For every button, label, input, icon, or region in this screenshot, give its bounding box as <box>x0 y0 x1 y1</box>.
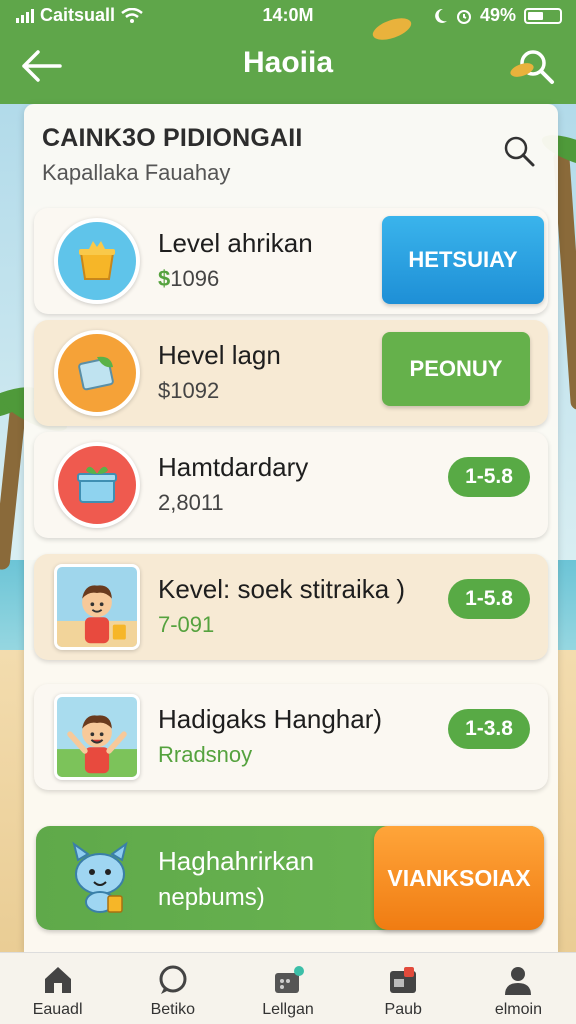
promo-title: Haghahrirkan <box>158 846 315 876</box>
item-badge-button[interactable]: 1-5.8 <box>448 579 530 619</box>
app-header: Haoiia <box>0 12 576 104</box>
tab-label: Eauadl <box>32 1001 83 1018</box>
item-value: 7-091 <box>158 612 215 637</box>
item-name: Hevel lagn <box>158 340 281 370</box>
leaf-card-icon <box>54 330 140 416</box>
panel-subheading: Kapallaka Fauahay <box>42 160 231 185</box>
tab-profile[interactable]: elmoin <box>461 953 576 1024</box>
item-value: 2,8011 <box>158 490 224 515</box>
alarm-icon <box>456 9 471 24</box>
search-icon[interactable] <box>502 134 536 168</box>
cheering-boy-icon <box>54 694 140 780</box>
moon-icon <box>435 8 447 23</box>
item-value: Rradsnoy <box>158 742 253 767</box>
battery-icon <box>524 7 562 24</box>
item-name: Hamtdardary <box>158 452 309 482</box>
status-bar: Caitsuall 14:0M 49% <box>0 0 576 30</box>
page-title: Haoiia <box>242 46 334 79</box>
list-item[interactable]: Level ahrikan $1096 HETSUIAY <box>34 208 548 314</box>
item-action-button[interactable]: HETSUIAY <box>382 216 544 304</box>
tab-label: Lellgan <box>262 1001 314 1018</box>
battery-percent: 49% <box>479 5 516 25</box>
item-name: Kevel: soek stitraika ) <box>158 574 406 604</box>
tab-store[interactable]: Lellgan <box>230 953 345 1024</box>
tab-label: Paub <box>384 1001 422 1018</box>
list-item[interactable]: Kevel: soek stitraika ) 7-091 1-5.8 <box>34 554 548 660</box>
mascot-icon <box>72 841 128 913</box>
promo-banner[interactable]: Haghahrirkan nepbums) VIANKSOIAX <box>36 826 544 930</box>
item-badge-button[interactable]: 1-3.8 <box>448 709 530 749</box>
item-name: Level ahrikan <box>158 228 313 258</box>
panel-heading: CAINK3O PIDIONGAII <box>42 124 303 152</box>
bucket-icon <box>54 218 140 304</box>
bottom-tab-bar: Eauadl Betiko Lellgan Paub elmoin <box>0 952 576 1024</box>
home-icon <box>44 967 71 993</box>
list-item[interactable]: Hadigaks Hanghar) Rradsnoy 1-3.8 <box>34 684 548 790</box>
content-panel: CAINK3O PIDIONGAII Kapallaka Fauahay Lev… <box>24 104 558 952</box>
chat-icon <box>159 965 187 994</box>
wallet-icon <box>390 967 417 993</box>
promo-action-button[interactable]: VIANKSOIAX <box>374 826 544 930</box>
item-value: $1092 <box>158 378 220 403</box>
item-badge-button[interactable]: 1-5.8 <box>448 457 530 497</box>
item-value: $1096 <box>158 266 220 291</box>
item-action-button[interactable]: PEONUY <box>382 332 530 406</box>
boy-avatar-icon <box>54 564 140 650</box>
tab-wallet[interactable]: Paub <box>346 953 461 1024</box>
item-name: Hadigaks Hanghar) <box>158 704 383 734</box>
list-item[interactable]: Hamtdardary 2,8011 1-5.8 <box>34 432 548 538</box>
profile-icon <box>505 967 532 995</box>
tab-label: elmoin <box>494 1001 542 1018</box>
promo-subtitle: nepbums) <box>158 884 265 911</box>
list-item[interactable]: Hevel lagn $1092 PEONUY <box>34 320 548 426</box>
gift-box-icon <box>54 442 140 528</box>
tab-chat[interactable]: Betiko <box>115 953 230 1024</box>
tab-label: Betiko <box>150 1001 196 1018</box>
tab-home[interactable]: Eauadl <box>0 953 115 1024</box>
store-icon <box>275 966 304 993</box>
